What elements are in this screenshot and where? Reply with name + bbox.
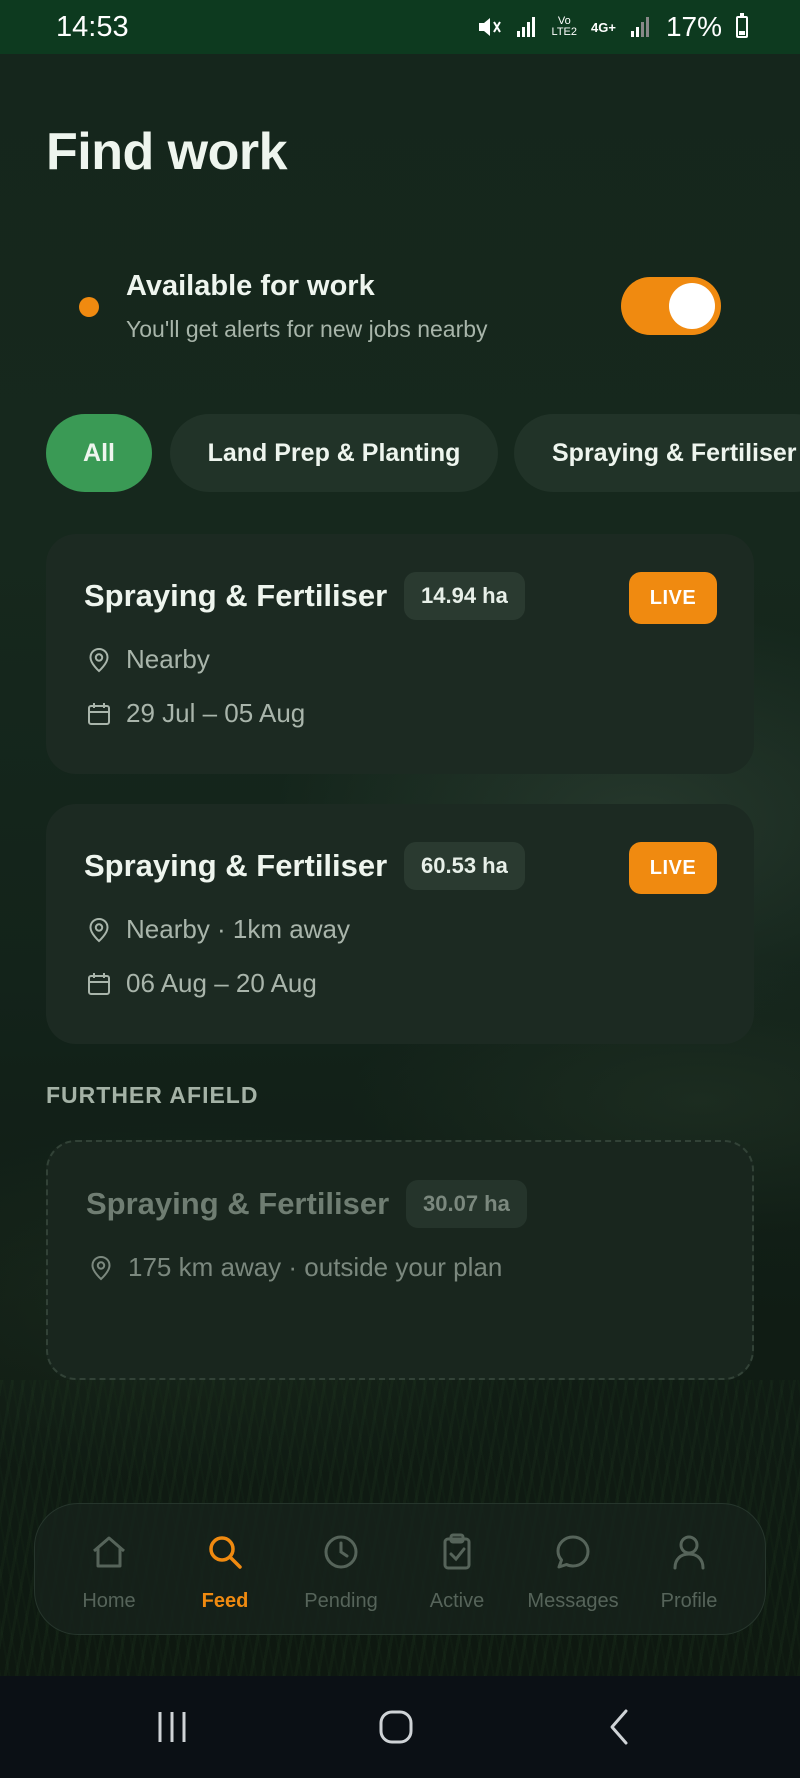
recent-apps-icon[interactable] xyxy=(142,1700,202,1754)
nav-item-feed[interactable]: Feed xyxy=(167,1504,283,1636)
nav-label: Active xyxy=(429,1590,485,1612)
clock-icon xyxy=(324,1535,358,1569)
availability-subtitle: You'll get alerts for new jobs nearby xyxy=(126,316,488,342)
nav-item-messages[interactable]: Messages xyxy=(515,1504,631,1636)
area-badge: 30.07 ha xyxy=(406,1180,527,1228)
location-pin-icon xyxy=(89,647,109,672)
status-bar: 14:53 Vo LTE2 4G+ 17% xyxy=(0,0,800,54)
mute-icon xyxy=(478,18,501,36)
nav-item-active[interactable]: Active xyxy=(399,1504,515,1636)
section-label-further-afield: FURTHER AFIELD xyxy=(46,1082,259,1108)
home-icon xyxy=(93,1536,125,1568)
filter-chips: All Land Prep & Planting Spraying & Fert… xyxy=(46,414,800,494)
availability-row: Available for work You'll get alerts for… xyxy=(46,250,754,370)
live-badge: LIVE xyxy=(629,572,717,624)
area-badge: 60.53 ha xyxy=(404,842,525,890)
back-icon[interactable] xyxy=(590,1700,650,1754)
job-title: Spraying & Fertiliser xyxy=(84,578,388,613)
network-label: Vo LTE2 xyxy=(551,15,578,38)
nav-label: Home xyxy=(82,1590,136,1612)
user-icon xyxy=(673,1535,705,1570)
battery-icon xyxy=(736,13,748,38)
home-button-icon[interactable] xyxy=(366,1700,426,1754)
nav-label: Messages xyxy=(527,1590,619,1612)
job-location-row: Nearby xyxy=(86,644,210,675)
job-dates-row: 06 Aug – 20 Aug xyxy=(86,968,317,999)
clipboard-check-icon xyxy=(443,1533,471,1570)
filter-chip-spraying[interactable]: Spraying & Fertiliser xyxy=(514,414,800,492)
job-dates: 29 Jul – 05 Aug xyxy=(126,698,306,728)
job-title: Spraying & Fertiliser xyxy=(84,848,388,883)
job-dates-row: 29 Jul – 05 Aug xyxy=(86,698,305,729)
area-badge: 14.94 ha xyxy=(404,572,525,620)
availability-status-dot xyxy=(79,297,99,317)
availability-title: Available for work xyxy=(126,270,375,302)
filter-chip-all[interactable]: All xyxy=(46,414,152,492)
filter-chip-land-prep[interactable]: Land Prep & Planting xyxy=(170,414,498,492)
signal-icon xyxy=(630,17,649,37)
nav-item-profile[interactable]: Profile xyxy=(631,1504,747,1636)
toggle-knob xyxy=(669,283,715,329)
nav-item-pending[interactable]: Pending xyxy=(283,1504,399,1636)
job-card-further-afield[interactable]: Spraying & Fertiliser 30.07 ha 175 km aw… xyxy=(46,1140,754,1380)
job-location-row: Nearby · 1km away xyxy=(86,914,350,945)
calendar-icon xyxy=(88,702,110,725)
live-badge: LIVE xyxy=(629,842,717,894)
bottom-nav: Home Feed Pending Active Messages Profil… xyxy=(34,1503,766,1635)
nav-item-home[interactable]: Home xyxy=(51,1504,167,1636)
job-dates: 06 Aug – 20 Aug xyxy=(126,968,317,998)
job-card[interactable]: Spraying & Fertiliser 14.94 ha LIVE Near… xyxy=(46,534,754,774)
job-location: 175 km away · outside your plan xyxy=(128,1252,503,1282)
network-type: 4G+ xyxy=(591,19,616,35)
availability-toggle[interactable] xyxy=(621,277,721,335)
status-time: 14:53 xyxy=(56,10,129,43)
nav-label: Profile xyxy=(660,1590,718,1612)
system-nav-bar xyxy=(0,1676,800,1778)
job-card[interactable]: Spraying & Fertiliser 60.53 ha LIVE Near… xyxy=(46,804,754,1044)
signal-icon xyxy=(516,17,535,37)
job-location: Nearby · 1km away xyxy=(126,914,350,944)
job-title: Spraying & Fertiliser xyxy=(86,1186,390,1221)
status-icons: Vo LTE2 4G+ 17% xyxy=(476,11,748,43)
location-pin-icon xyxy=(89,917,109,942)
battery-percentage: 17% xyxy=(665,11,722,42)
location-pin-icon xyxy=(91,1255,111,1280)
search-icon xyxy=(209,1536,242,1569)
page-title: Find work xyxy=(46,123,288,181)
nav-label: Pending xyxy=(304,1590,378,1612)
job-location-row: 175 km away · outside your plan xyxy=(88,1252,502,1283)
chat-icon xyxy=(556,1535,590,1569)
nav-label: Feed xyxy=(201,1590,249,1612)
job-location: Nearby xyxy=(126,644,210,674)
calendar-icon xyxy=(88,972,110,995)
